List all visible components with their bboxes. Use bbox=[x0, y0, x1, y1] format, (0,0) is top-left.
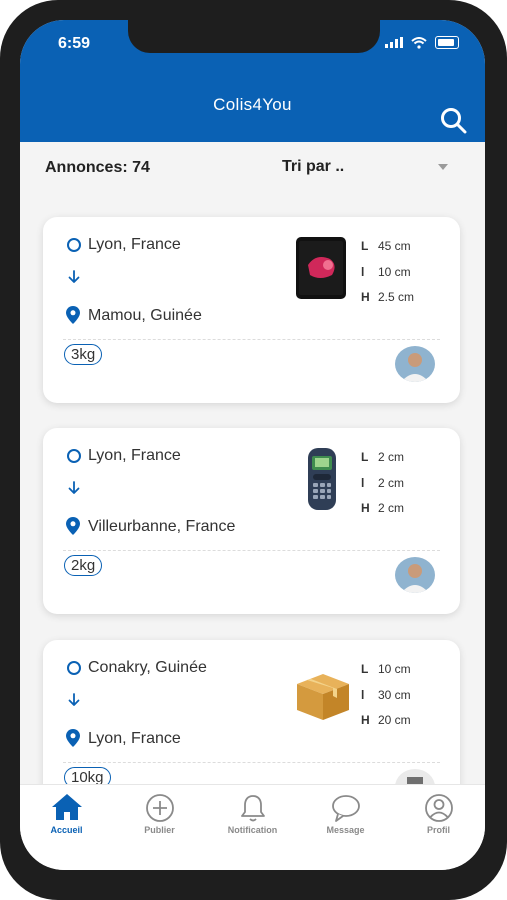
box-icon bbox=[297, 674, 349, 720]
location-pin-icon bbox=[66, 517, 80, 535]
dimension-value: 2.5 cm bbox=[378, 290, 415, 304]
dimension-row: l 2 cm bbox=[361, 476, 457, 502]
app-title: Colis4You bbox=[213, 95, 292, 114]
location-pin-icon bbox=[66, 729, 80, 747]
device-frame: 6:59 Colis4You Annonces: 74 Tri par .. L… bbox=[0, 0, 507, 900]
dimension-value: 2 cm bbox=[378, 475, 405, 490]
dimension-key: L bbox=[361, 239, 369, 253]
tab-publier[interactable]: Publier bbox=[113, 785, 206, 845]
search-icon[interactable] bbox=[439, 106, 469, 136]
avatar[interactable] bbox=[395, 346, 435, 382]
destination-city: Mamou, Guinée bbox=[88, 307, 202, 324]
dimension-key: L bbox=[361, 662, 369, 676]
arrow-down-icon bbox=[68, 481, 80, 494]
wifi-icon bbox=[411, 36, 427, 49]
dimension-value: 2 cm bbox=[378, 450, 405, 464]
status-icons bbox=[385, 36, 459, 49]
tab-label: Publier bbox=[144, 825, 175, 835]
listing-card[interactable]: Lyon, France Villeurbanne, France L 2 cm … bbox=[43, 428, 460, 614]
dimension-value: 30 cm bbox=[378, 687, 411, 702]
dimension-row: l 30 cm bbox=[361, 688, 457, 714]
dimension-key: H bbox=[361, 290, 370, 304]
weight-badge: 3kg bbox=[64, 344, 103, 365]
dimension-key: H bbox=[361, 713, 370, 727]
tab-label: Accueil bbox=[50, 825, 83, 835]
phone-icon bbox=[296, 237, 346, 299]
caret-down-icon[interactable] bbox=[438, 164, 448, 170]
origin-city: Conakry, Guinée bbox=[88, 659, 207, 676]
tab-label: Profil bbox=[426, 825, 450, 835]
battery-icon bbox=[435, 36, 459, 49]
dimension-key: H bbox=[361, 501, 370, 515]
signal-icon bbox=[385, 37, 403, 48]
destination-city: Villeurbanne, France bbox=[88, 518, 236, 535]
location-pin-icon bbox=[66, 306, 80, 324]
device-notch bbox=[128, 20, 380, 53]
dimension-row: l 10 cm bbox=[361, 265, 457, 291]
dimension-value: 2 cm bbox=[378, 501, 405, 515]
dimension-row: H 20 cm bbox=[361, 713, 457, 739]
tab-profil[interactable]: Profil bbox=[392, 785, 485, 845]
home-icon bbox=[51, 794, 82, 820]
bottom-tab-bar: Accueil Publier Notification Message Pro… bbox=[20, 784, 485, 870]
dimension-value: 10 cm bbox=[378, 264, 411, 279]
origin-circle-icon bbox=[67, 661, 81, 675]
dashed-divider bbox=[63, 762, 440, 763]
dimension-row: H 2.5 cm bbox=[361, 290, 457, 316]
mobile-phone-icon bbox=[308, 448, 336, 510]
dimension-row: L 2 cm bbox=[361, 450, 457, 476]
dimension-key: L bbox=[361, 450, 369, 464]
dimensions-list: L 45 cm l 10 cm H 2.5 cm bbox=[361, 239, 457, 316]
dimension-value: 10 cm bbox=[378, 662, 411, 676]
origin-city: Lyon, France bbox=[88, 236, 181, 253]
dimensions-list: L 2 cm l 2 cm H 2 cm bbox=[361, 450, 457, 527]
tab-label: Message bbox=[326, 825, 365, 835]
weight-badge: 2kg bbox=[64, 555, 103, 576]
sort-dropdown[interactable]: Tri par .. bbox=[282, 158, 344, 176]
dimension-row: L 45 cm bbox=[361, 239, 457, 265]
app-screen: 6:59 Colis4You Annonces: 74 Tri par .. L… bbox=[20, 20, 485, 870]
origin-circle-icon bbox=[67, 238, 81, 252]
dimension-key: l bbox=[361, 264, 365, 279]
destination-city: Lyon, France bbox=[88, 730, 181, 747]
dimension-value: 20 cm bbox=[378, 713, 411, 727]
listing-card[interactable]: Lyon, France Mamou, Guinée L 45 cm l 10 cm… bbox=[43, 217, 460, 403]
chat-icon bbox=[331, 795, 360, 822]
profile-icon bbox=[424, 794, 453, 822]
origin-city: Lyon, France bbox=[88, 447, 181, 464]
dimension-key: l bbox=[361, 475, 365, 490]
tab-accueil[interactable]: Accueil bbox=[20, 785, 113, 845]
listing-count: Annonces: 74 bbox=[45, 159, 150, 176]
dimension-key: l bbox=[361, 687, 365, 702]
bell-icon bbox=[240, 795, 265, 822]
dashed-divider bbox=[63, 550, 440, 551]
dashed-divider bbox=[63, 339, 440, 340]
arrow-down-icon bbox=[68, 270, 80, 283]
tab-notification[interactable]: Notification bbox=[206, 785, 299, 845]
avatar[interactable] bbox=[395, 557, 435, 593]
arrow-down-icon bbox=[68, 693, 80, 706]
dimensions-list: L 10 cm l 30 cm H 20 cm bbox=[361, 662, 457, 739]
dimension-row: L 10 cm bbox=[361, 662, 457, 688]
tab-message[interactable]: Message bbox=[299, 785, 392, 845]
list-toolbar: Annonces: 74 Tri par .. bbox=[20, 142, 485, 204]
origin-circle-icon bbox=[67, 449, 81, 463]
tab-label: Notification bbox=[227, 825, 278, 835]
add-circle-icon bbox=[145, 794, 174, 822]
status-time: 6:59 bbox=[58, 35, 91, 52]
dimension-row: H 2 cm bbox=[361, 501, 457, 527]
dimension-value: 45 cm bbox=[378, 239, 411, 253]
